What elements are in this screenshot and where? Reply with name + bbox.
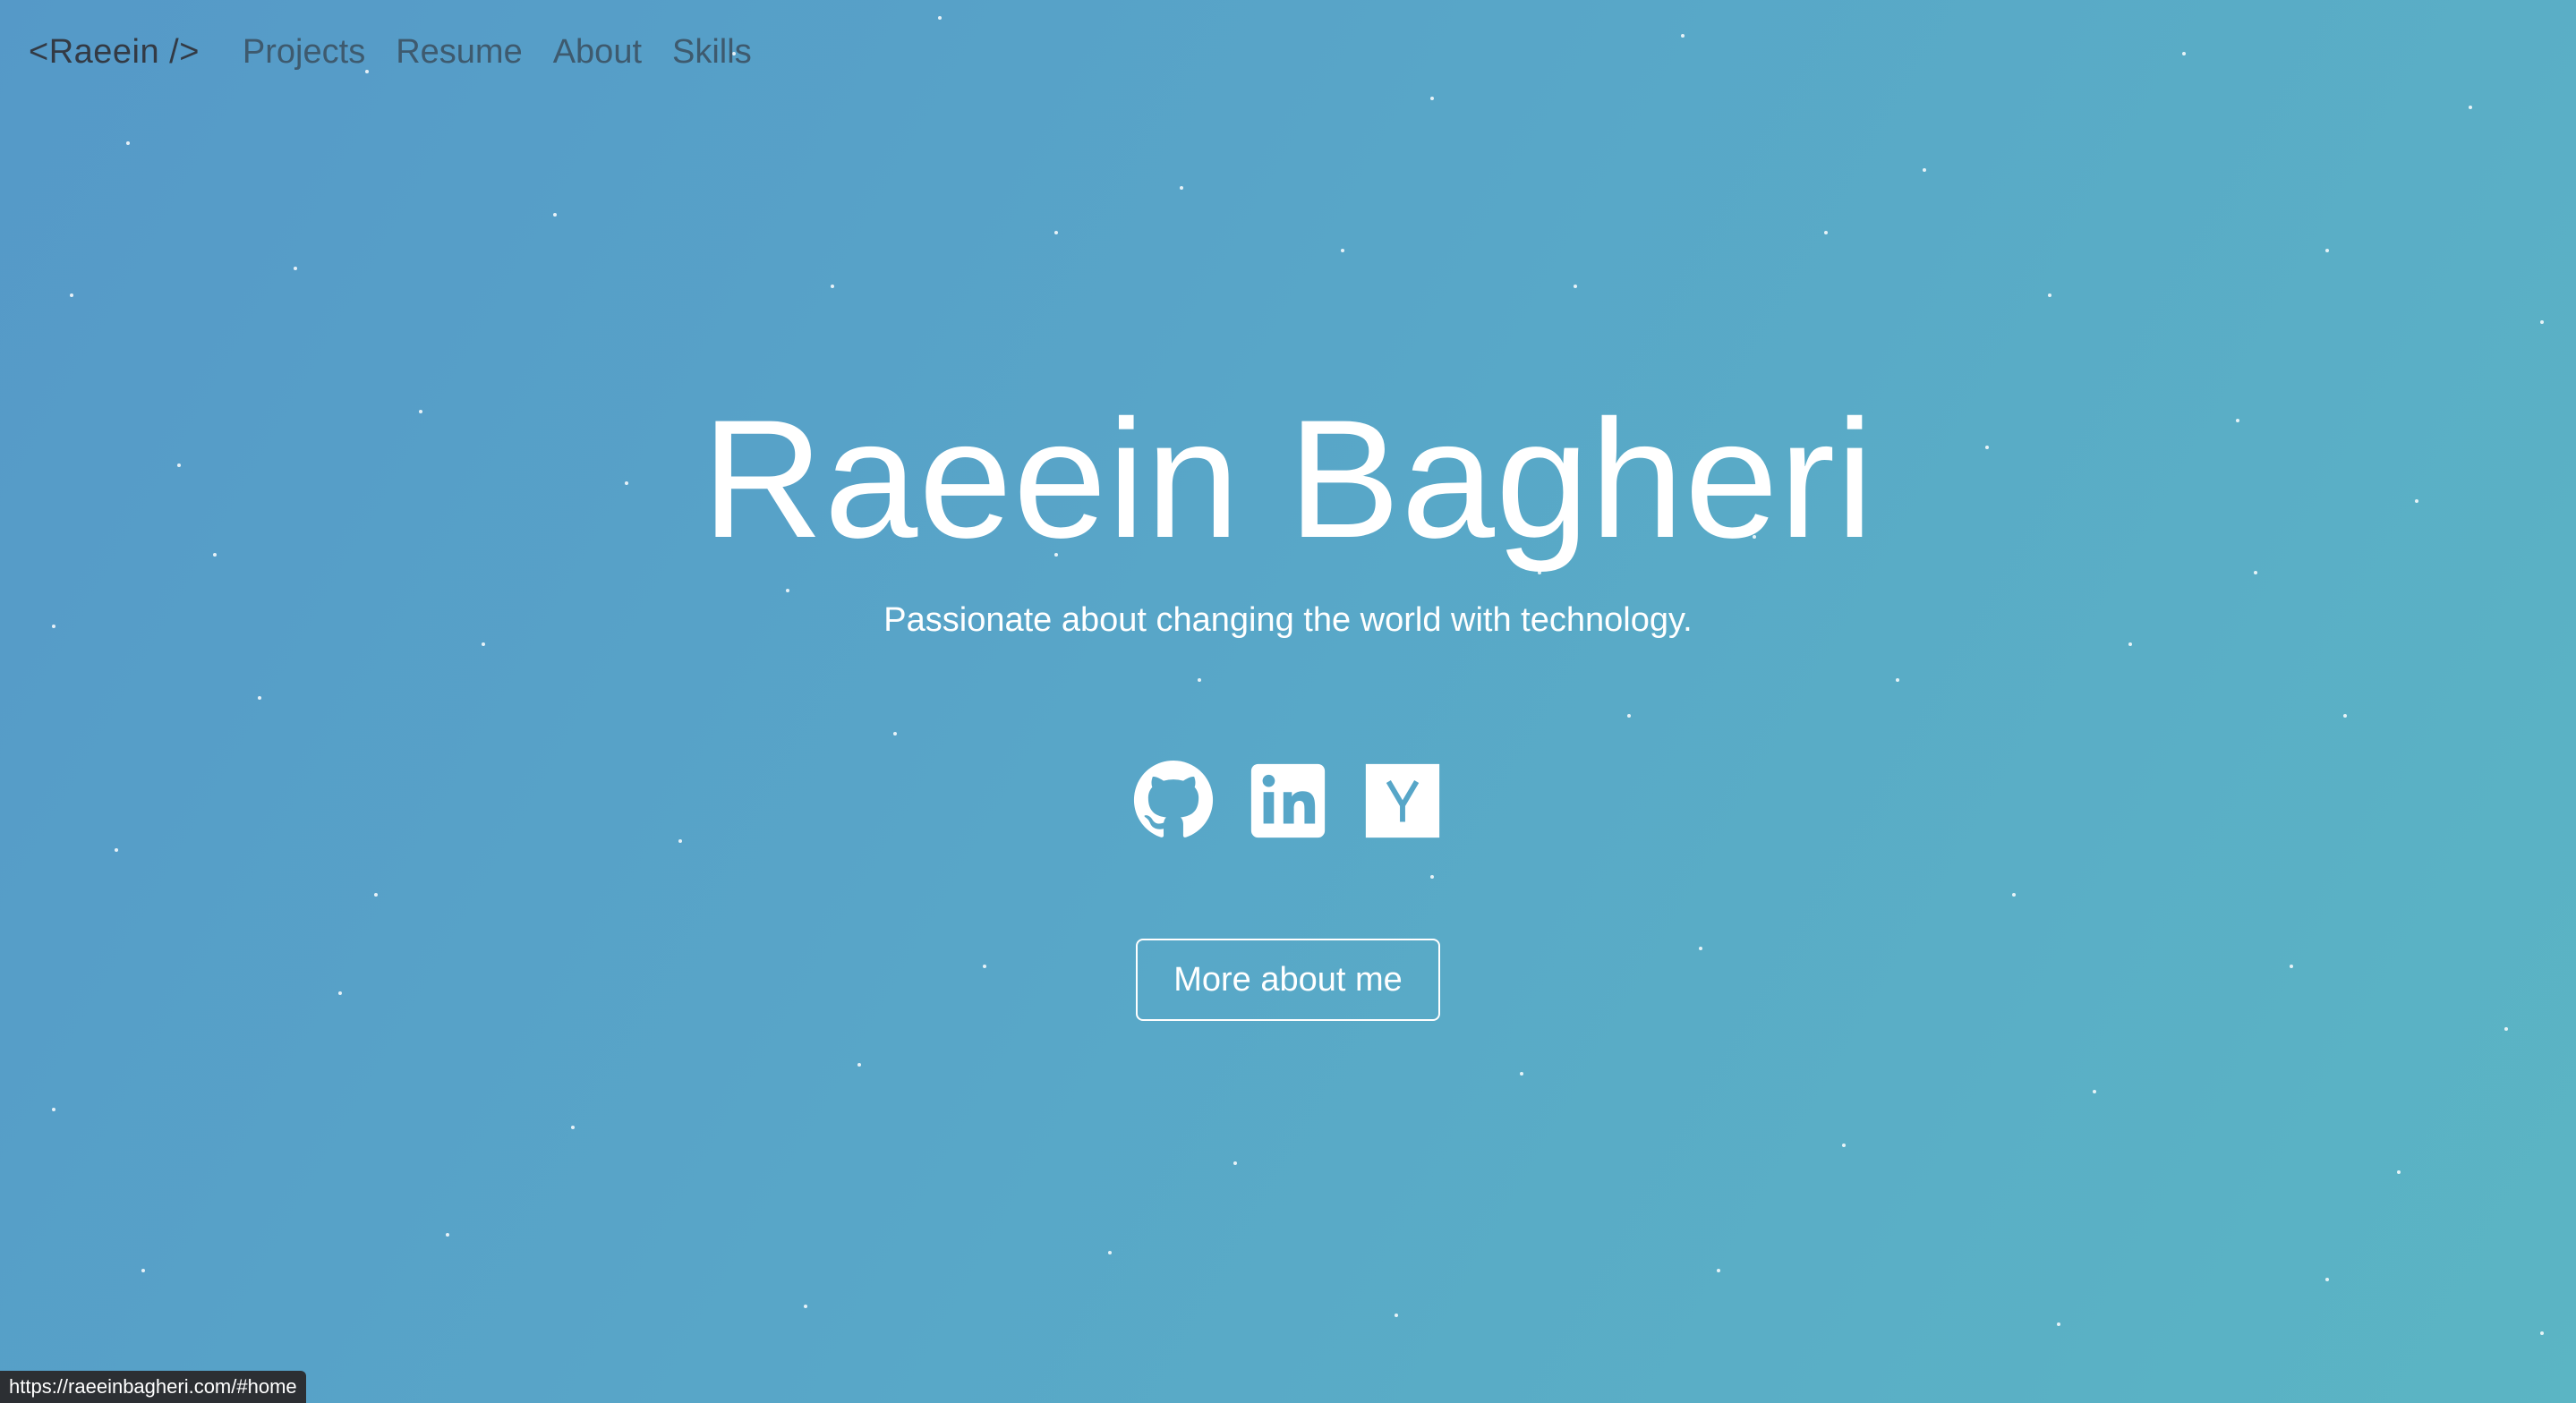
github-icon xyxy=(1133,760,1214,838)
hero-title: Raeein Bagheri xyxy=(702,385,1874,573)
cta-container: More about me xyxy=(0,939,2576,1021)
browser-status-bar-url: https://raeeinbagheri.com/#home xyxy=(0,1371,306,1403)
brand-logo-link[interactable]: <Raeein /> xyxy=(29,33,200,72)
top-navbar: <Raeein /> Projects Resume About Skills xyxy=(29,25,782,79)
linkedin-icon xyxy=(1250,763,1326,838)
linkedin-link[interactable] xyxy=(1246,759,1330,843)
starfield-background xyxy=(52,16,2544,1335)
ycombinator-icon xyxy=(1365,763,1440,838)
nav-link-about[interactable]: About xyxy=(553,33,642,72)
hero-subtitle: Passionate about changing the world with… xyxy=(883,601,1693,639)
nav-link-resume[interactable]: Resume xyxy=(396,33,523,72)
hero-section: Raeein Bagheri Passionate about changing… xyxy=(0,376,2576,640)
github-link[interactable] xyxy=(1131,759,1215,843)
social-links xyxy=(0,759,2576,843)
nav-link-projects[interactable]: Projects xyxy=(243,33,365,72)
more-about-me-button[interactable]: More about me xyxy=(1136,939,1440,1021)
ycombinator-link[interactable] xyxy=(1361,759,1445,843)
nav-link-skills[interactable]: Skills xyxy=(672,33,752,72)
